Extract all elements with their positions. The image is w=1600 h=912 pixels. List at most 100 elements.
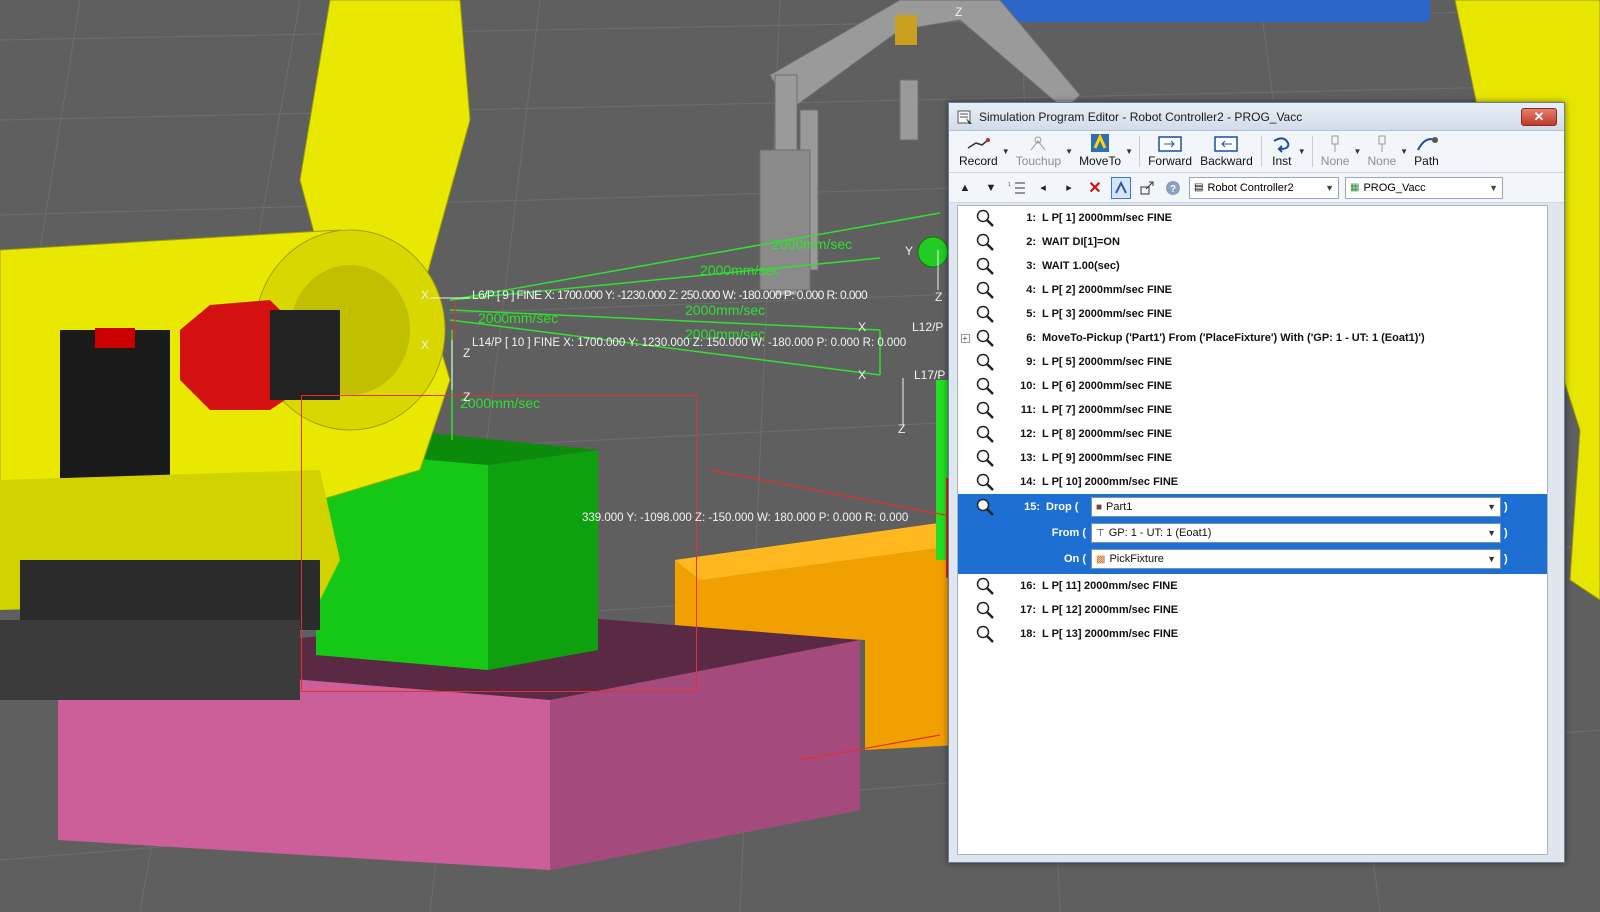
next-icon[interactable]: ▸ xyxy=(1059,177,1079,199)
touchup-magnifier-icon[interactable] xyxy=(972,351,998,373)
backward-icon xyxy=(1213,133,1239,154)
previous-icon[interactable]: ◂ xyxy=(1033,177,1053,199)
record-dropdown-icon[interactable]: ▼ xyxy=(1002,133,1012,170)
controller-select[interactable]: ▤ Robot Controller2 ▼ xyxy=(1189,176,1339,199)
program-listing[interactable]: 1: L P[ 1] 2000mm/sec FINE 2: WAIT DI[1]=ON… xyxy=(957,205,1548,855)
speed-label: 2000mm/sec xyxy=(685,302,766,318)
drop-tool-select[interactable]: ⊤ GP: 1 - UT: 1 (Eoat1) ▼ xyxy=(1091,523,1501,543)
drop-fixture-value: PickFixture xyxy=(1109,553,1164,565)
speed-label: 2000mm/sec xyxy=(700,262,781,278)
touchup-magnifier-icon[interactable] xyxy=(972,447,998,469)
svg-text:?: ? xyxy=(1170,184,1176,195)
forward-button[interactable]: Forward xyxy=(1144,133,1196,170)
moveto-dropdown-icon[interactable]: ▼ xyxy=(1125,133,1135,170)
program-line[interactable]: 17: L P[ 12] 2000mm/sec FINE xyxy=(958,598,1547,622)
line-gutter xyxy=(958,398,972,422)
toolbar-separator xyxy=(1311,136,1313,167)
none-dropdown-icon-2[interactable]: ▼ xyxy=(1400,133,1410,170)
drop-instruction-row[interactable]: 15: Drop ( ■ Part1 ▼ ) From ( ⊤ GP: 1 - … xyxy=(958,494,1547,574)
touchup-magnifier-icon[interactable] xyxy=(972,623,998,645)
line-numbers-icon[interactable]: 1 xyxy=(1007,177,1027,199)
touchup-magnifier-icon[interactable] xyxy=(972,496,998,518)
inst-button[interactable]: Inst xyxy=(1266,133,1298,170)
backward-button[interactable]: Backward xyxy=(1196,133,1257,170)
touchup-magnifier-icon[interactable] xyxy=(972,575,998,597)
line-number: 4: xyxy=(1026,284,1036,296)
line-gutter xyxy=(958,278,972,302)
chevron-down-icon: ▼ xyxy=(1487,502,1496,512)
program-select[interactable]: ▦ PROG_Vacc ▼ xyxy=(1345,176,1503,199)
program-line[interactable]: 18: L P[ 13] 2000mm/sec FINE xyxy=(958,622,1547,646)
moveto-label: MoveTo xyxy=(1079,154,1122,168)
program-line[interactable]: 12: L P[ 8] 2000mm/sec FINE xyxy=(958,422,1547,446)
chevron-down-icon: ▼ xyxy=(1487,528,1496,538)
drop-paren: ) xyxy=(1504,527,1508,539)
line-number: 18: xyxy=(1020,628,1036,640)
program-line[interactable]: 14: L P[ 10] 2000mm/sec FINE xyxy=(958,470,1547,494)
chevron-down-icon: ▼ xyxy=(1489,182,1498,193)
axis-x-label: X xyxy=(421,288,430,302)
inst-dropdown-icon[interactable]: ▼ xyxy=(1298,133,1308,170)
touchup-magnifier-icon[interactable] xyxy=(972,399,998,421)
delete-icon[interactable]: ✕ xyxy=(1085,177,1105,199)
record-icon xyxy=(966,133,991,154)
axis-x-label: X xyxy=(858,368,867,382)
record-button[interactable]: Record xyxy=(955,133,1002,170)
program-line[interactable]: 3: WAIT 1.00(sec) xyxy=(958,254,1547,278)
none-dropdown-icon-1[interactable]: ▼ xyxy=(1353,133,1363,170)
touchup-magnifier-icon[interactable] xyxy=(972,423,998,445)
touchup-magnifier-icon[interactable] xyxy=(972,279,998,301)
line-number: 5: xyxy=(1026,308,1036,320)
expand-icon[interactable]: + xyxy=(960,333,970,343)
program-line[interactable]: 4: L P[ 2] 2000mm/sec FINE xyxy=(958,278,1547,302)
title-bar[interactable]: Simulation Program Editor - Robot Contro… xyxy=(949,103,1564,131)
line-number: 9: xyxy=(1026,356,1036,368)
move-down-icon[interactable]: ▼ xyxy=(981,177,1001,199)
line-number: 1: xyxy=(1026,212,1036,224)
backward-label: Backward xyxy=(1200,154,1253,168)
drop-part-select[interactable]: ■ Part1 ▼ xyxy=(1091,497,1501,517)
close-button[interactable]: ✕ xyxy=(1521,107,1557,126)
line-gutter xyxy=(958,254,972,278)
program-line[interactable]: 5: L P[ 3] 2000mm/sec FINE xyxy=(958,302,1547,326)
moveto-button[interactable]: MoveTo xyxy=(1075,133,1125,170)
touchup-magnifier-icon[interactable] xyxy=(972,599,998,621)
line-gutter xyxy=(958,622,972,646)
line-instruction: L P[ 7] 2000mm/sec FINE xyxy=(1042,404,1173,416)
touchup-magnifier-icon[interactable] xyxy=(972,255,998,277)
touchup-magnifier-icon[interactable] xyxy=(972,471,998,493)
robot-sync-icon[interactable] xyxy=(1111,176,1131,199)
touchup-magnifier-icon[interactable] xyxy=(972,207,998,229)
fixture-icon: ▩ xyxy=(1096,553,1106,565)
line-gutter[interactable]: + xyxy=(958,326,972,350)
touchup-dropdown-icon[interactable]: ▼ xyxy=(1065,133,1075,170)
forward-label: Forward xyxy=(1148,154,1193,168)
line-gutter xyxy=(958,422,972,446)
touchup-magnifier-icon[interactable] xyxy=(972,231,998,253)
export-icon[interactable] xyxy=(1137,177,1157,199)
program-line[interactable]: 1: L P[ 1] 2000mm/sec FINE xyxy=(958,206,1547,230)
touchup-button[interactable]: Touchup xyxy=(1012,133,1065,170)
line-number: 13: xyxy=(1020,452,1036,464)
none-button-2[interactable]: None xyxy=(1363,133,1400,170)
touchup-magnifier-icon[interactable] xyxy=(972,303,998,325)
program-line[interactable]: 11: L P[ 7] 2000mm/sec FINE xyxy=(958,398,1547,422)
program-line[interactable]: 10: L P[ 6] 2000mm/sec FINE xyxy=(958,374,1547,398)
program-line[interactable]: 2: WAIT DI[1]=ON xyxy=(958,230,1547,254)
help-icon[interactable]: ? xyxy=(1163,177,1183,199)
none-button-1[interactable]: None xyxy=(1317,133,1354,170)
move-up-icon[interactable]: ▲ xyxy=(955,177,975,199)
drop-paren: ) xyxy=(1504,501,1508,513)
drop-fixture-select[interactable]: ▩ PickFixture ▼ xyxy=(1091,549,1501,569)
touchup-magnifier-icon[interactable] xyxy=(972,375,998,397)
line-gutter xyxy=(958,598,972,622)
selection-frame xyxy=(301,395,697,692)
path-button[interactable]: Path xyxy=(1410,133,1443,170)
drop-paren: ) xyxy=(1504,553,1508,565)
program-line[interactable]: +6: MoveTo-Pickup ('Part1') From ('PlaceF… xyxy=(958,326,1547,350)
program-line[interactable]: 13: L P[ 9] 2000mm/sec FINE xyxy=(958,446,1547,470)
simulation-program-editor-window[interactable]: Simulation Program Editor - Robot Contro… xyxy=(948,102,1565,863)
touchup-magnifier-icon[interactable] xyxy=(972,327,998,349)
program-line[interactable]: 16: L P[ 11] 2000mm/sec FINE xyxy=(958,574,1547,598)
program-line[interactable]: 9: L P[ 5] 2000mm/sec FINE xyxy=(958,350,1547,374)
